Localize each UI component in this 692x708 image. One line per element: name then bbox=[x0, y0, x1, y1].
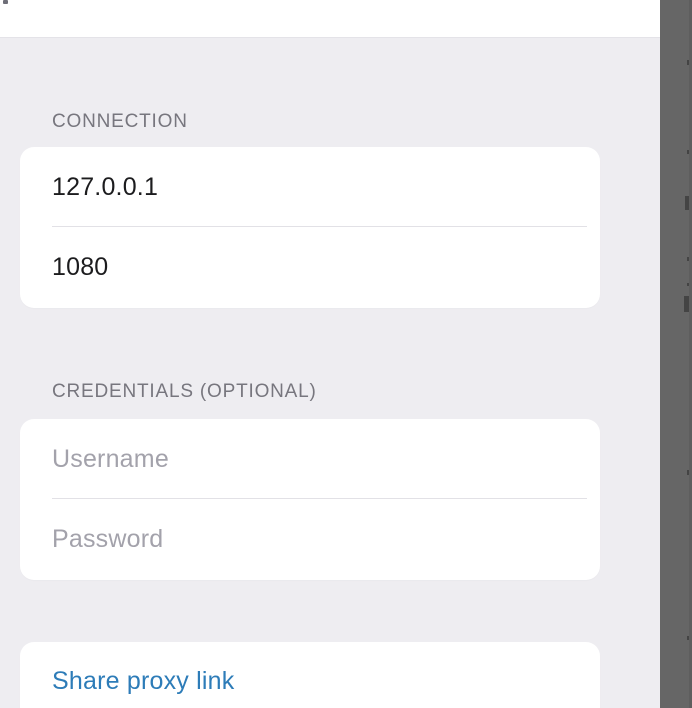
credentials-section-title: CREDENTIALS (OPTIONAL) bbox=[52, 381, 317, 402]
settings-content: CONNECTION CREDENTIALS (OPTIONAL) Share … bbox=[0, 38, 660, 708]
username-input[interactable] bbox=[52, 444, 600, 474]
connection-card bbox=[20, 147, 600, 308]
connection-section-title: CONNECTION bbox=[52, 111, 188, 132]
password-input[interactable] bbox=[52, 524, 600, 554]
host-input[interactable] bbox=[52, 172, 600, 202]
share-proxy-link-row[interactable]: Share proxy link bbox=[20, 642, 600, 708]
port-input[interactable] bbox=[52, 252, 600, 282]
port-field-row[interactable] bbox=[20, 227, 600, 307]
username-field-row[interactable] bbox=[20, 419, 600, 499]
share-card: Share proxy link bbox=[20, 642, 600, 708]
host-field-row[interactable] bbox=[20, 147, 600, 227]
share-proxy-link[interactable]: Share proxy link bbox=[52, 667, 234, 696]
clipped-header-text: · · · · · bbox=[0, 0, 660, 4]
right-side-panel bbox=[660, 0, 692, 708]
password-field-row[interactable] bbox=[20, 499, 600, 579]
app-screen: · · · · · CONNECTION CREDENTIALS (OPTION… bbox=[0, 0, 692, 708]
credentials-card bbox=[20, 419, 600, 580]
top-header-bar: · · · · · bbox=[0, 0, 660, 38]
